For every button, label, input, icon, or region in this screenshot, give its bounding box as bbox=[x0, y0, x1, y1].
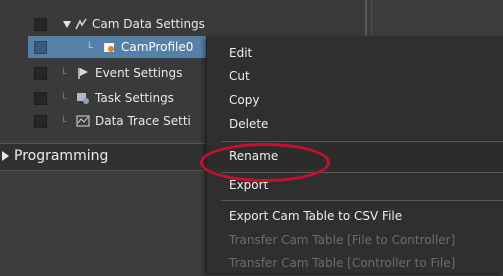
menu-item-label: Copy bbox=[229, 93, 260, 107]
menu-item-copy[interactable]: Copy bbox=[207, 89, 503, 113]
tree-item-cam-data-settings[interactable]: Cam Data Settings bbox=[0, 13, 365, 35]
menu-item-cut[interactable]: Cut bbox=[207, 65, 503, 89]
tree-item-label: CamProfile0 bbox=[121, 40, 194, 54]
tree-checkbox[interactable] bbox=[34, 41, 47, 54]
highlight-ring bbox=[200, 143, 330, 182]
tree-checkbox[interactable] bbox=[34, 92, 47, 105]
chart-icon bbox=[76, 114, 90, 128]
menu-item-transfer-controller-to-file: Transfer Cam Table [Controller to File] bbox=[207, 252, 503, 276]
menu-item-delete[interactable]: Delete bbox=[207, 113, 503, 137]
menu-item-label: Transfer Cam Table [File to Controller] bbox=[229, 233, 456, 247]
tree-connector: L bbox=[88, 41, 94, 51]
cam-icon bbox=[74, 17, 88, 31]
tree-item-label: Task Settings bbox=[95, 91, 174, 105]
triangle-right-icon[interactable] bbox=[2, 151, 9, 161]
menu-separator bbox=[221, 141, 503, 142]
tree-connector: L bbox=[62, 92, 68, 102]
menu-item-label: Transfer Cam Table [Controller to File] bbox=[229, 256, 456, 270]
cam-profile-icon bbox=[102, 40, 116, 54]
tree-item-label: Event Settings bbox=[95, 66, 183, 80]
tree-item-label: Cam Data Settings bbox=[92, 17, 205, 31]
tree-connector: L bbox=[62, 115, 68, 125]
tree-checkbox[interactable] bbox=[34, 115, 47, 128]
menu-item-label: Cut bbox=[229, 69, 250, 83]
flag-icon bbox=[76, 66, 90, 80]
menu-item-export-cam-table[interactable]: Export Cam Table to CSV File bbox=[207, 205, 503, 229]
menu-item-label: Edit bbox=[229, 46, 253, 60]
menu-item-label: Export Cam Table to CSV File bbox=[229, 209, 403, 223]
menu-item-edit[interactable]: Edit bbox=[207, 42, 503, 66]
menu-item-transfer-file-to-controller: Transfer Cam Table [File to Controller] bbox=[207, 229, 503, 253]
tree-checkbox[interactable] bbox=[34, 18, 47, 31]
task-icon bbox=[76, 91, 90, 105]
menu-separator bbox=[221, 200, 503, 201]
triangle-down-icon[interactable] bbox=[60, 17, 74, 31]
tree-item-label: Data Trace Setti bbox=[95, 114, 191, 128]
section-label: Programming bbox=[14, 148, 109, 164]
tree-connector: L bbox=[62, 67, 68, 77]
menu-item-label: Delete bbox=[229, 117, 269, 131]
tree-checkbox[interactable] bbox=[34, 67, 47, 80]
